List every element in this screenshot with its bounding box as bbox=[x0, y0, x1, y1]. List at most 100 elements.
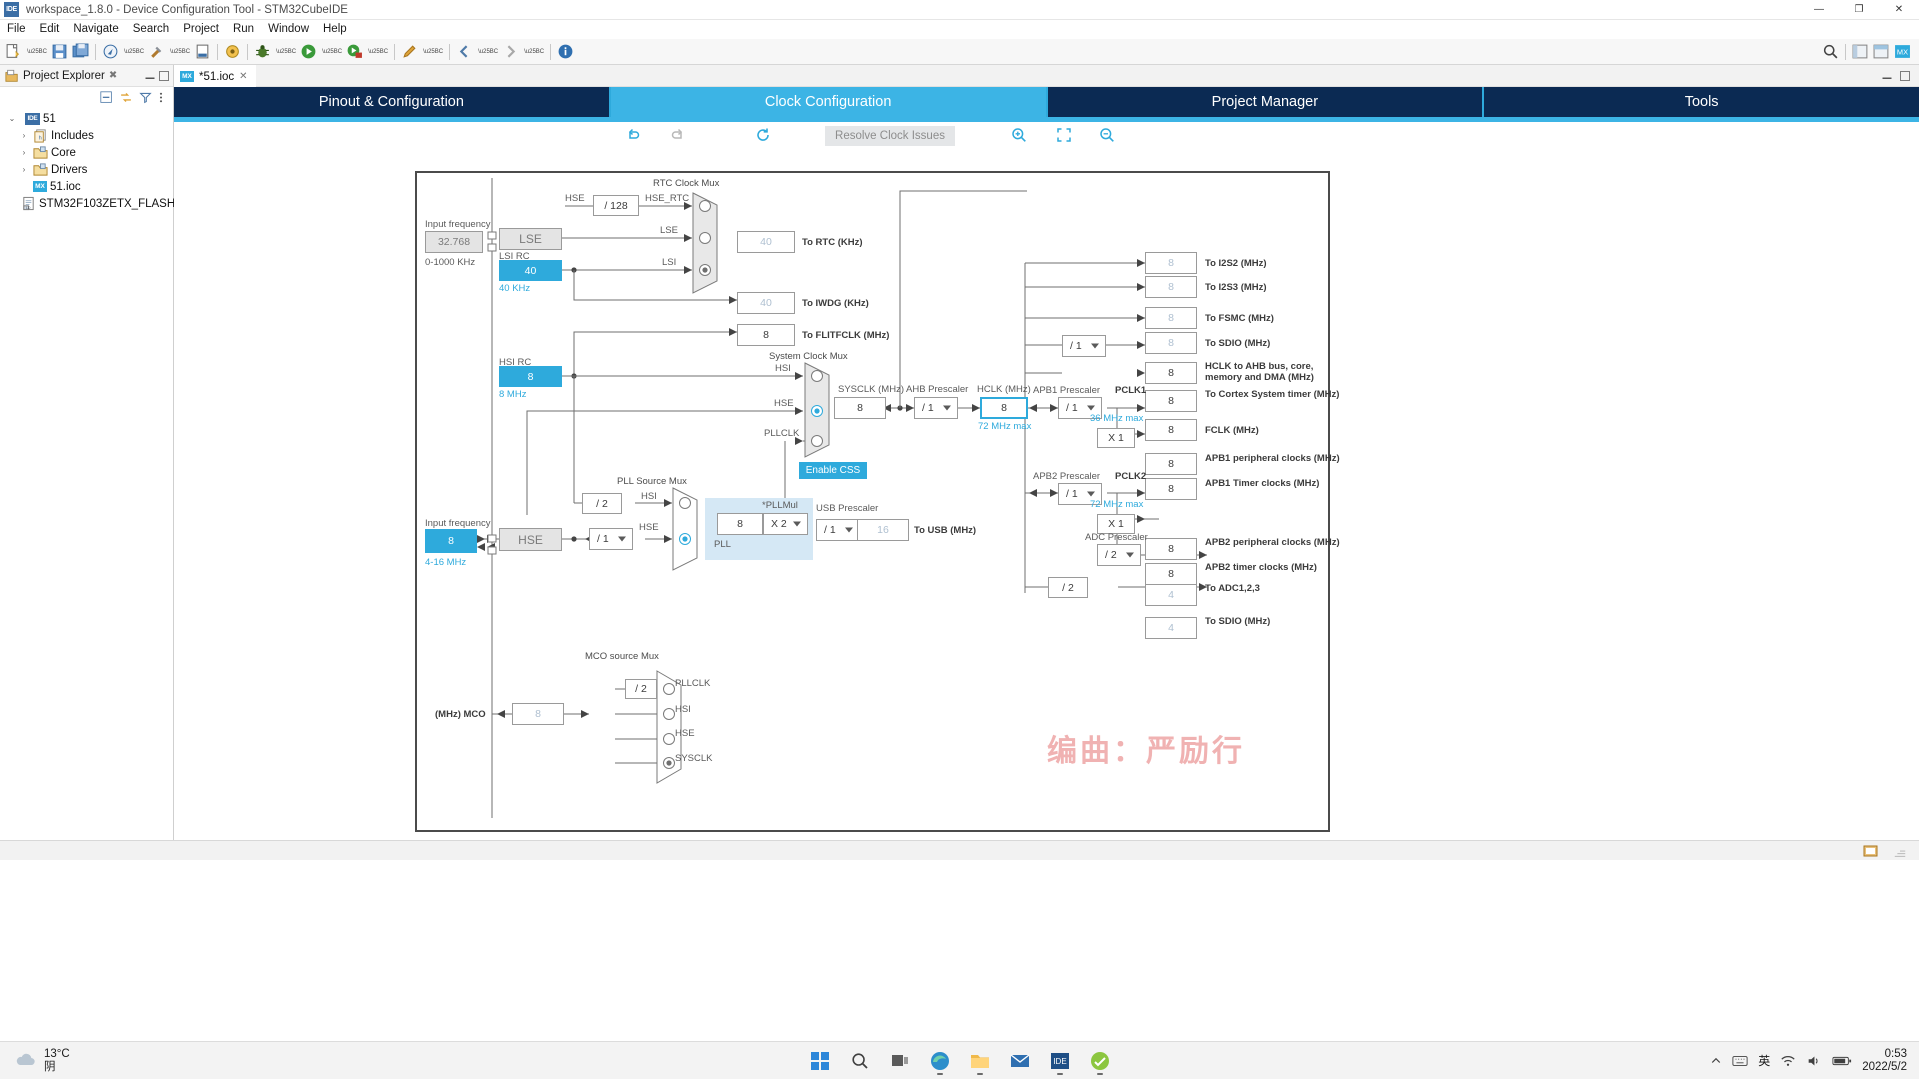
close-icon[interactable]: ✕ bbox=[239, 71, 247, 82]
maximize-view-icon[interactable] bbox=[158, 70, 170, 82]
to-fsmc-value[interactable]: 8 bbox=[1145, 307, 1197, 329]
tree-item-linker-script[interactable]: LD STM32F103ZETX_FLASH.ld bbox=[0, 195, 187, 212]
save-button[interactable] bbox=[49, 41, 70, 63]
view-menu-icon[interactable] bbox=[158, 91, 164, 104]
run-button[interactable] bbox=[298, 41, 319, 63]
to-i2s2-value[interactable]: 8 bbox=[1145, 252, 1197, 274]
chevron-down-icon[interactable] bbox=[1126, 552, 1134, 558]
apb2-timer-multiplier[interactable]: X 1 bbox=[1097, 514, 1135, 534]
to-i2s3-value[interactable]: 8 bbox=[1145, 276, 1197, 298]
enable-css-button[interactable]: Enable CSS bbox=[799, 462, 867, 479]
build-dropdown[interactable]: \u25BC bbox=[167, 41, 192, 63]
lse-oscillator[interactable]: LSE bbox=[499, 228, 562, 250]
run-ext-dropdown[interactable]: \u25BC bbox=[365, 41, 390, 63]
to-adc-value[interactable]: 4 bbox=[1145, 584, 1197, 606]
nav-back-dropdown[interactable]: \u25BC bbox=[475, 41, 500, 63]
minimize-button[interactable]: — bbox=[1799, 0, 1839, 20]
compass-dropdown[interactable]: \u25BC bbox=[121, 41, 146, 63]
minimize-editor-icon[interactable] bbox=[1881, 70, 1893, 82]
resolve-clock-issues-button[interactable]: Resolve Clock Issues bbox=[825, 126, 955, 146]
chevron-down-icon[interactable] bbox=[1087, 405, 1095, 411]
ime-indicator[interactable]: 英 bbox=[1758, 1052, 1770, 1069]
tree-item-core[interactable]: › Core bbox=[0, 144, 173, 161]
cortex-prescaler-select[interactable]: / 1 bbox=[1062, 335, 1106, 357]
lse-input-frequency-field[interactable]: 32.768 bbox=[425, 231, 483, 253]
project-explorer-close-icon[interactable]: ✖ bbox=[109, 70, 117, 81]
mail-icon[interactable] bbox=[1005, 1046, 1035, 1076]
nav-fwd-button[interactable] bbox=[500, 41, 521, 63]
redo-icon[interactable] bbox=[668, 125, 688, 145]
tab-project-manager[interactable]: Project Manager bbox=[1047, 87, 1485, 117]
hclk-value[interactable]: 8 bbox=[980, 397, 1028, 419]
search-icon[interactable] bbox=[1820, 41, 1841, 63]
weather-widget[interactable]: 13°C 阴 bbox=[14, 1048, 70, 1074]
hclk-ahb-value[interactable]: 8 bbox=[1145, 362, 1197, 384]
bottom-status-icon[interactable] bbox=[1863, 844, 1879, 858]
sysclk-value[interactable]: 8 bbox=[834, 397, 886, 419]
menu-help[interactable]: Help bbox=[316, 20, 354, 39]
mco-divider[interactable]: / 2 bbox=[625, 679, 657, 699]
perspective-c-icon[interactable] bbox=[1850, 41, 1871, 63]
wifi-icon[interactable] bbox=[1780, 1054, 1796, 1068]
menu-search[interactable]: Search bbox=[126, 20, 176, 39]
project-explorer-tab[interactable]: Project Explorer ✖ bbox=[0, 69, 122, 83]
to-flitfclk-value[interactable]: 8 bbox=[737, 324, 795, 346]
menu-run[interactable]: Run bbox=[226, 20, 261, 39]
sdio-divider[interactable]: / 2 bbox=[1048, 577, 1088, 598]
cortex-timer-value[interactable]: 8 bbox=[1145, 390, 1197, 412]
perspective-cubemx-icon[interactable]: MX bbox=[1892, 41, 1913, 63]
keyboard-icon[interactable] bbox=[1732, 1054, 1748, 1068]
new-button[interactable] bbox=[3, 41, 24, 63]
debug-dropdown[interactable]: \u25BC bbox=[273, 41, 298, 63]
chevron-up-icon[interactable] bbox=[1710, 1055, 1722, 1067]
compass-button[interactable] bbox=[100, 41, 121, 63]
maximize-editor-icon[interactable] bbox=[1899, 70, 1911, 82]
taskbar-clock[interactable]: 0:53 2022/5/2 bbox=[1862, 1048, 1907, 1074]
task-view-icon[interactable] bbox=[885, 1046, 915, 1076]
menu-project[interactable]: Project bbox=[176, 20, 226, 39]
pll-hsi-divider[interactable]: / 2 bbox=[582, 493, 622, 514]
pen-dropdown[interactable]: \u25BC bbox=[420, 41, 445, 63]
cubemx-icon[interactable] bbox=[1085, 1046, 1115, 1076]
new-dropdown[interactable]: \u25BC bbox=[24, 41, 49, 63]
tab-pinout-configuration[interactable]: Pinout & Configuration bbox=[174, 87, 611, 117]
rtc-hse-divider[interactable]: / 128 bbox=[593, 195, 639, 216]
maximize-button[interactable]: ❐ bbox=[1839, 0, 1879, 20]
chevron-down-icon[interactable] bbox=[1087, 491, 1095, 497]
to-usb-value[interactable]: 16 bbox=[857, 519, 909, 541]
ahb-prescaler-select[interactable]: / 1 bbox=[914, 397, 958, 419]
hse-divider-select[interactable]: / 1 bbox=[589, 528, 633, 550]
menu-edit[interactable]: Edit bbox=[33, 20, 67, 39]
to-iwdg-value[interactable]: 40 bbox=[737, 292, 795, 314]
chevron-down-icon[interactable] bbox=[845, 527, 853, 533]
file-explorer-icon[interactable] bbox=[965, 1046, 995, 1076]
hse-input-frequency-field[interactable]: 8 bbox=[425, 529, 477, 553]
editor-tab-ioc[interactable]: MX *51.ioc ✕ bbox=[174, 64, 256, 87]
apb2-timer-value[interactable]: 8 bbox=[1145, 563, 1197, 585]
close-button[interactable]: ✕ bbox=[1879, 0, 1919, 20]
tree-arrow-icon[interactable]: › bbox=[18, 131, 30, 140]
tree-item-project[interactable]: ⌄ IDE 51 bbox=[0, 110, 173, 127]
run-ext-button[interactable] bbox=[344, 41, 365, 63]
apb2-periph-value[interactable]: 8 bbox=[1145, 538, 1197, 560]
reset-icon[interactable] bbox=[753, 125, 773, 145]
chevron-down-icon[interactable] bbox=[1091, 343, 1099, 349]
battery-icon[interactable] bbox=[1832, 1055, 1852, 1067]
apb1-timer-value[interactable]: 8 bbox=[1145, 478, 1197, 500]
tree-item-drivers[interactable]: › Drivers bbox=[0, 161, 173, 178]
apb1-periph-value[interactable]: 8 bbox=[1145, 453, 1197, 475]
build-button[interactable] bbox=[146, 41, 167, 63]
chevron-down-icon[interactable] bbox=[793, 521, 801, 527]
mco-out-value[interactable]: 8 bbox=[512, 703, 564, 725]
link-with-editor-icon[interactable] bbox=[119, 91, 133, 104]
pll-mul-select[interactable]: X 2 bbox=[763, 513, 808, 535]
tree-item-ioc[interactable]: MX 51.ioc bbox=[0, 178, 173, 195]
edge-icon[interactable] bbox=[925, 1046, 955, 1076]
fclk-value[interactable]: 8 bbox=[1145, 419, 1197, 441]
tab-clock-configuration[interactable]: Clock Configuration bbox=[610, 87, 1048, 117]
hse-oscillator[interactable]: HSE bbox=[499, 528, 562, 551]
tree-arrow-icon[interactable]: › bbox=[18, 148, 30, 157]
chevron-down-icon[interactable] bbox=[943, 405, 951, 411]
to-sdio-top-value[interactable]: 8 bbox=[1145, 332, 1197, 354]
view-menu-filter-icon[interactable] bbox=[139, 91, 152, 104]
